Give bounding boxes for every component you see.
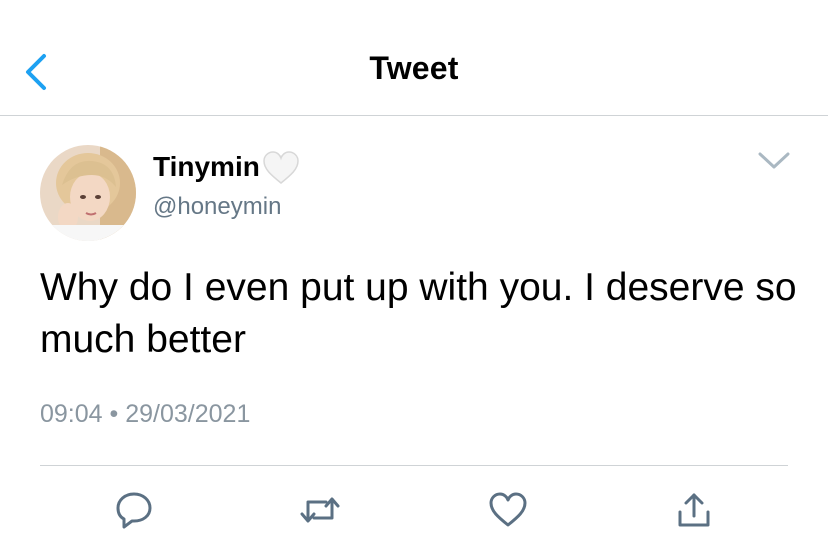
tweet-time: 09:04 [40, 400, 103, 428]
divider [40, 465, 788, 466]
retweet-button[interactable] [298, 490, 342, 530]
avatar-image [40, 145, 136, 241]
top-bar: Tweet [0, 0, 828, 116]
like-icon [489, 492, 527, 527]
like-button[interactable] [486, 490, 530, 530]
reply-button[interactable] [112, 490, 156, 530]
share-button[interactable] [672, 490, 716, 530]
user-handle[interactable]: @honeymin [153, 193, 281, 221]
retweet-icon [300, 497, 340, 523]
tweet-date: 29/03/2021 [125, 400, 251, 428]
page-title: Tweet [369, 50, 459, 86]
tweet-text: Why do I even put up with you. I deserve… [40, 266, 797, 361]
white-heart-icon [263, 151, 299, 184]
chevron-down-icon [758, 152, 790, 169]
avatar[interactable] [40, 145, 136, 241]
author-name-row[interactable]: Tinymin [153, 148, 300, 186]
tweet-timestamp: 09:04 • 29/03/2021 [40, 400, 250, 429]
meta-separator: • [109, 400, 119, 428]
share-icon [678, 493, 710, 527]
reply-icon [116, 492, 152, 529]
display-name[interactable]: Tinymin [153, 151, 260, 183]
more-options-button[interactable] [756, 150, 792, 172]
